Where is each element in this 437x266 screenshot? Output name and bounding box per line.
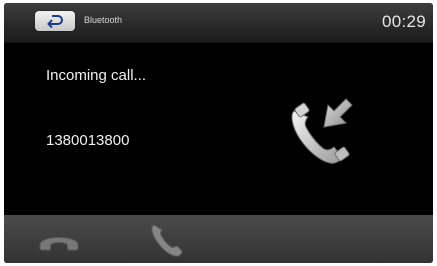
header-bar: Bluetooth 00:29	[4, 3, 433, 43]
answer-call-icon	[151, 224, 183, 257]
call-status-text: Incoming call...	[46, 67, 147, 84]
hang-up-button[interactable]	[34, 225, 84, 255]
bluetooth-call-screen: Bluetooth 00:29 Incoming call... 1380013…	[4, 3, 433, 263]
hang-up-icon	[39, 237, 79, 251]
call-panel: Incoming call... 1380013800	[4, 43, 433, 215]
call-action-bar	[4, 215, 433, 263]
clock: 00:29	[381, 12, 426, 31]
header-title: Bluetooth	[84, 15, 123, 25]
back-arrow-icon	[47, 15, 63, 28]
answer-call-button[interactable]	[144, 221, 190, 259]
back-button[interactable]	[35, 11, 75, 31]
incoming-call-icon	[291, 98, 353, 164]
caller-number: 1380013800	[46, 132, 130, 149]
